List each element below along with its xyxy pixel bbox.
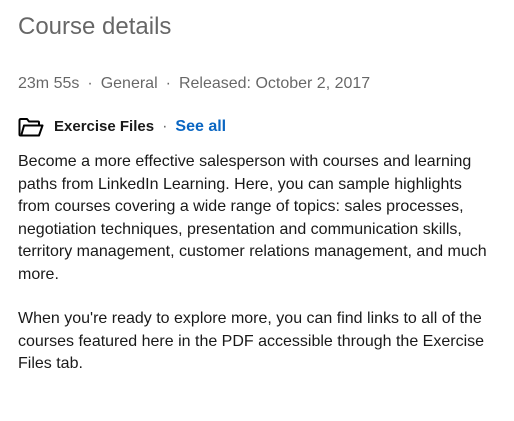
course-meta: 23m 55s · General · Released: October 2, 201… <box>18 73 496 95</box>
exercise-files-row: Exercise Files · See all <box>18 116 496 138</box>
course-description: Become a more effective salesperson with… <box>18 151 496 376</box>
see-all-link[interactable]: See all <box>175 116 226 138</box>
course-level: General <box>100 75 158 92</box>
meta-separator: · <box>87 75 93 92</box>
folder-icon <box>18 117 44 137</box>
description-paragraph: When you're ready to explore more, you c… <box>18 310 485 372</box>
page-title: Course details <box>18 13 172 40</box>
meta-separator: · <box>165 75 171 92</box>
course-duration: 23m 55s <box>18 75 80 92</box>
course-details-panel: Course details 23m 55s · General · Released:… <box>0 0 514 421</box>
exercise-files-label: Exercise Files <box>54 118 155 135</box>
exercise-separator: · <box>162 118 168 135</box>
release-date: Released: October 2, 2017 <box>178 75 371 92</box>
description-paragraph: Become a more effective salesperson with… <box>18 153 487 283</box>
